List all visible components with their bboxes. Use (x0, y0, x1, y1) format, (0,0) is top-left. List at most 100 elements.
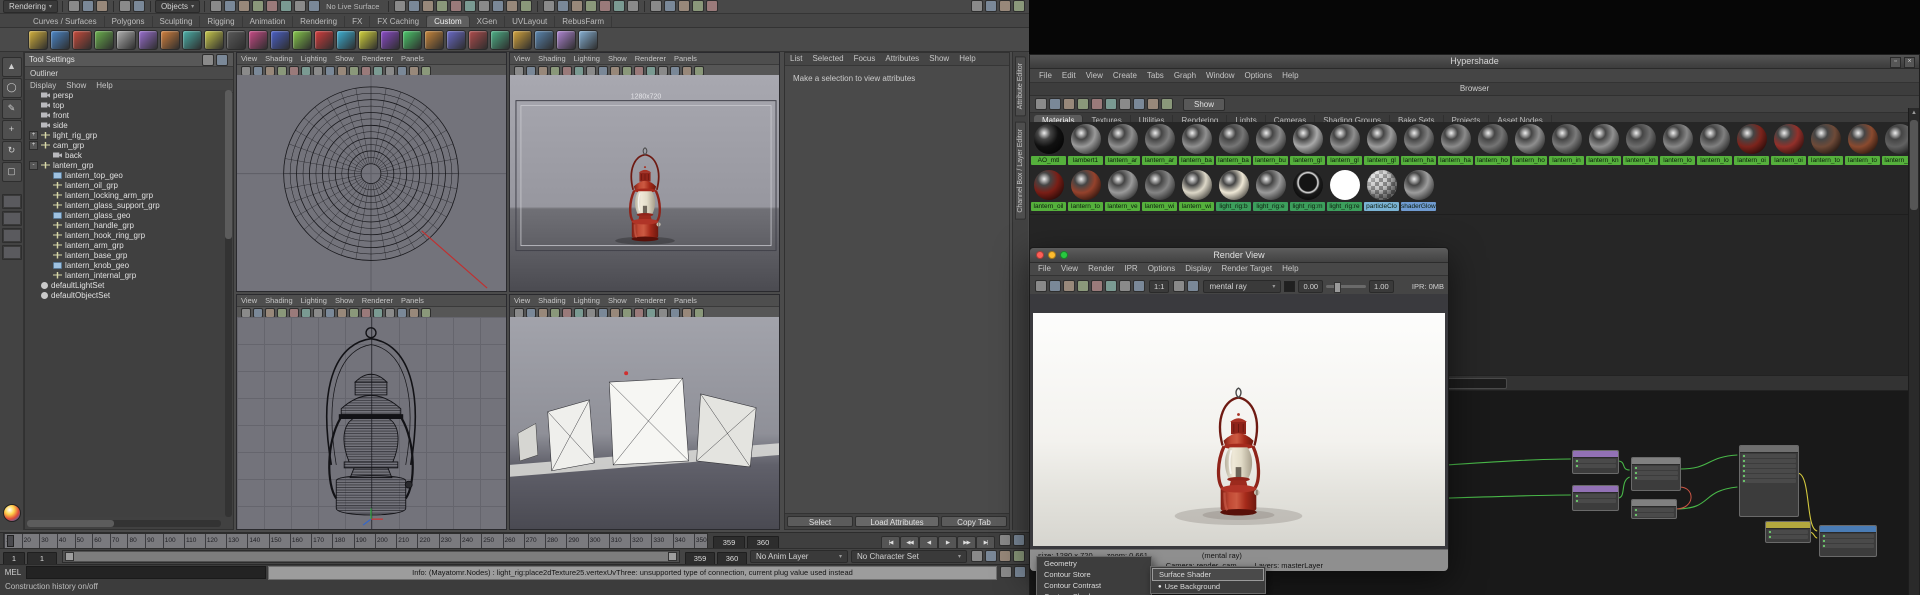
outliner-item-top[interactable]: top (25, 100, 228, 110)
shelf-icon-12[interactable] (292, 29, 312, 50)
shelf-icon-0[interactable] (28, 29, 48, 50)
shelf-tab-xgen[interactable]: XGen (470, 16, 506, 27)
render-view-menu-options[interactable]: Options (1143, 263, 1181, 275)
range-slider[interactable] (62, 550, 680, 563)
status-icon[interactable] (409, 65, 419, 76)
mel-label[interactable]: MEL (2, 568, 24, 577)
ae-menu-show[interactable]: Show (924, 53, 954, 65)
range-handle-end[interactable] (668, 552, 677, 561)
status-icon[interactable] (682, 307, 692, 318)
side-tab-channel-box-layer-editor[interactable]: Channel Box / Layer Editor (1015, 122, 1026, 220)
status-icon[interactable] (337, 65, 347, 76)
status-icon[interactable] (81, 0, 94, 13)
status-icon[interactable] (280, 0, 293, 13)
tool-settings-header[interactable]: Tool Settings (25, 53, 233, 67)
shelf-tab-fx-caching[interactable]: FX Caching (370, 16, 428, 27)
viewport-menu-renderer[interactable]: Renderer (631, 295, 670, 306)
status-icon[interactable] (520, 0, 533, 13)
material-swatch-lantern-lo[interactable]: lantern_lo (1659, 122, 1696, 168)
status-icon[interactable] (118, 0, 131, 13)
viewport-front-canvas[interactable] (237, 317, 506, 529)
shelf-icon-1[interactable] (50, 29, 70, 50)
status-icon[interactable] (492, 0, 505, 13)
render-view-titlebar[interactable]: Render View (1030, 248, 1448, 263)
status-icon[interactable] (349, 65, 359, 76)
outliner-item-lantern-grp[interactable]: - lantern_grp (25, 160, 228, 170)
viewport-uv-canvas[interactable] (510, 317, 779, 529)
material-swatch-lantern-in[interactable]: lantern_in (1548, 122, 1585, 168)
status-icon[interactable] (506, 0, 519, 13)
hypershade-menu-graph[interactable]: Graph (1169, 70, 1201, 82)
viewport-menu-shading[interactable]: Shading (534, 295, 570, 306)
status-icon[interactable] (550, 307, 560, 318)
shelf-icon-7[interactable] (182, 29, 202, 50)
background-color-swatch[interactable] (1284, 280, 1296, 292)
status-icon[interactable] (289, 65, 299, 76)
outliner-item-lantern-base-grp[interactable]: lantern_base_grp (25, 250, 228, 260)
status-icon[interactable] (1013, 534, 1025, 547)
anim-layer-dropdown[interactable]: No Anim Layer ▾ (750, 550, 848, 563)
outliner-item-lantern-knob-geo[interactable]: lantern_knob_geo (25, 260, 228, 270)
status-icon[interactable] (634, 307, 644, 318)
shelf-icon-3[interactable] (94, 29, 114, 50)
shelf-tab-fx[interactable]: FX (345, 16, 371, 27)
status-icon[interactable] (574, 65, 584, 76)
status-icon[interactable] (238, 0, 251, 13)
shading-node-5[interactable] (1765, 521, 1811, 543)
material-swatch-lantern-oi[interactable]: lantern_oi (1733, 122, 1770, 168)
exposure-field[interactable]: 0.00 (1298, 279, 1324, 293)
ae-menu-list[interactable]: List (785, 53, 807, 65)
status-icon[interactable] (253, 307, 263, 318)
status-icon[interactable] (664, 0, 677, 13)
outliner-item-lantern-arm-grp[interactable]: lantern_arm_grp (25, 240, 228, 250)
status-icon[interactable] (694, 307, 704, 318)
material-swatch-lantern-bu[interactable]: lantern_bu (1252, 122, 1289, 168)
material-swatch-lantern-to[interactable]: lantern_to (1807, 122, 1844, 168)
expander-icon[interactable]: + (29, 130, 38, 140)
hypershade-scrollbar[interactable]: ▲ (1908, 108, 1919, 595)
material-swatch-lantern-ba[interactable]: lantern_ba (1215, 122, 1252, 168)
status-icon[interactable] (277, 307, 287, 318)
render-view-menu-render-target[interactable]: Render Target (1217, 263, 1278, 275)
shading-node-1[interactable] (1572, 485, 1619, 511)
status-icon[interactable] (1119, 280, 1131, 292)
viewport-persp-canvas[interactable]: 1280x720 (510, 75, 779, 291)
popup-item-contour-contrast[interactable]: Contour Contrast (1038, 580, 1150, 591)
viewport-menu-show[interactable]: Show (331, 295, 358, 306)
status-icon[interactable] (562, 307, 572, 318)
status-icon[interactable] (241, 65, 251, 76)
render-view-menu-file[interactable]: File (1033, 263, 1056, 275)
status-icon[interactable] (627, 0, 640, 13)
material-swatch-lantern-ho[interactable]: lantern_ho (1474, 122, 1511, 168)
status-icon[interactable] (514, 307, 524, 318)
status-icon[interactable] (999, 550, 1011, 563)
material-swatch-lantern-to[interactable]: lantern_to (1067, 168, 1104, 214)
material-swatch-particleclo[interactable]: particleClo (1363, 168, 1400, 214)
ae-button-load-attributes[interactable]: Load Attributes (855, 516, 939, 527)
status-icon[interactable] (277, 65, 287, 76)
status-icon[interactable] (670, 307, 680, 318)
outliner-horizontal-scrollbar[interactable] (27, 520, 221, 527)
viewport-top[interactable]: View Shading Lighting Show Renderer Panels (236, 52, 507, 292)
time-slider[interactable]: 1020304050607080901001101201301401501601… (3, 532, 708, 549)
close-icon[interactable]: × (1904, 57, 1915, 68)
material-swatch-lantern-ar[interactable]: lantern_ar (1141, 122, 1178, 168)
material-swatch-ao-mtl[interactable]: AO_mtl (1030, 122, 1067, 168)
status-icon[interactable] (421, 65, 431, 76)
ae-menu-selected[interactable]: Selected (807, 53, 848, 65)
status-icon[interactable] (325, 65, 335, 76)
channel-display-icons[interactable] (1172, 280, 1200, 292)
status-icon[interactable] (658, 307, 668, 318)
viewport-menu-lighting[interactable]: Lighting (297, 295, 331, 306)
status-icon[interactable] (670, 65, 680, 76)
viewport-menu-view[interactable]: View (237, 53, 261, 64)
render-view-menu-ipr[interactable]: IPR (1119, 263, 1142, 275)
shelf-tab-sculpting[interactable]: Sculpting (153, 16, 201, 27)
status-icon[interactable] (325, 307, 335, 318)
shelf-icon-11[interactable] (270, 29, 290, 50)
outliner-item-lantern-top-geo[interactable]: lantern_top_geo (25, 170, 228, 180)
viewport-menu-renderer[interactable]: Renderer (631, 53, 670, 64)
viewport-front[interactable]: View Shading Lighting Show Renderer Panels (236, 294, 507, 530)
status-icon[interactable] (397, 65, 407, 76)
live-surface-indicator[interactable]: No Live Surface (326, 2, 379, 11)
